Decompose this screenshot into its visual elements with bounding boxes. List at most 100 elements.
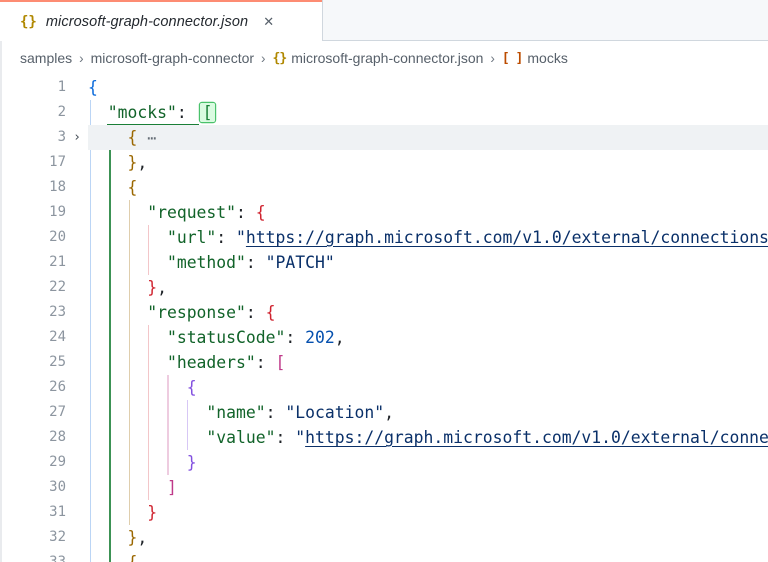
fold-gutter [66, 200, 88, 225]
code-line-20[interactable]: 20 "url": "https://graph.microsoft.com/v… [0, 225, 768, 250]
code-text: { [88, 78, 98, 97]
fold-gutter [66, 275, 88, 300]
line-number: 29 [49, 454, 66, 470]
close-icon[interactable]: ✕ [263, 15, 274, 28]
line-number: 32 [49, 529, 66, 545]
code-line-31[interactable]: 31 } [0, 500, 768, 525]
code-line-28[interactable]: 28 "value": "https://graph.microsoft.com… [0, 425, 768, 450]
code-text: }, [127, 528, 148, 547]
chevron-right-icon: › [261, 50, 266, 66]
code-line-27[interactable]: 27 "name": "Location", [0, 400, 768, 425]
line-number: 33 [49, 554, 66, 562]
json-braces-icon: {} [272, 50, 288, 66]
code-line-1[interactable]: 1{ [0, 75, 768, 100]
url-link[interactable]: https://graph.microsoft.com/v1.0/externa… [305, 428, 768, 447]
fold-gutter [66, 400, 88, 425]
code-text: "headers": [ [166, 353, 286, 372]
line-number: 3 [57, 129, 66, 145]
breadcrumb-label: microsoft-graph-connector [90, 50, 255, 66]
line-number: 26 [49, 379, 66, 395]
line-number: 27 [49, 404, 66, 420]
code-text: } [147, 503, 158, 522]
code-line-22[interactable]: 22 }, [0, 275, 768, 300]
breadcrumb-item-microsoft-graph-connector[interactable]: microsoft-graph-connector [91, 50, 254, 66]
code-line-17[interactable]: 17 }, [0, 150, 768, 175]
breadcrumb-item-microsoft-graph-connector-json[interactable]: {} microsoft-graph-connector.json [273, 50, 484, 66]
fold-collapsed-icon[interactable]: › [66, 125, 88, 150]
breadcrumb: samples › microsoft-graph-connector › {} micr… [0, 41, 768, 75]
fold-gutter [66, 250, 88, 275]
tab-bar: {} microsoft-graph-connector.json ✕ [0, 0, 768, 41]
chevron-right-icon: › [490, 50, 495, 66]
code-text: }, [147, 278, 167, 297]
code-line-24[interactable]: 24 "statusCode": 202, [0, 325, 768, 350]
code-line-33[interactable]: 33 { [0, 550, 768, 562]
json-file-icon: {} [20, 13, 37, 30]
code-text: "statusCode": 202, [166, 328, 345, 347]
line-number: 2 [57, 104, 66, 120]
folded-code-ellipsis[interactable]: ⋯ [147, 129, 156, 147]
fold-gutter [66, 350, 88, 375]
code-line-2[interactable]: 2 "mocks": [ [0, 100, 768, 125]
fold-gutter [66, 150, 88, 175]
code-line-26[interactable]: 26 { [0, 375, 768, 400]
fold-gutter [66, 300, 88, 325]
code-text: "request": { [147, 203, 266, 222]
fold-gutter [66, 225, 88, 250]
code-text: { ⋯ [88, 125, 768, 150]
url-link[interactable]: https://graph.microsoft.com/v1.0/externa… [246, 228, 768, 247]
line-number: 17 [49, 154, 66, 170]
fold-gutter [66, 475, 88, 500]
fold-gutter [66, 100, 88, 125]
code-line-32[interactable]: 32 }, [0, 525, 768, 550]
code-line-23[interactable]: 23 "response": { [0, 300, 768, 325]
chevron-right-icon: › [79, 50, 84, 66]
breadcrumb-label: samples [20, 50, 73, 66]
code-text: "value": "https://graph.microsoft.com/v1… [206, 428, 768, 447]
line-number: 31 [49, 504, 66, 520]
symbol-array-icon: [ ] [501, 50, 524, 66]
code-editor[interactable]: 1{2 "mocks": [3 › { ⋯ 17 }, 18 {19 "request… [0, 75, 768, 562]
breadcrumb-label: microsoft-graph-connector.json [291, 50, 484, 66]
line-number: 19 [49, 204, 66, 220]
fold-gutter [66, 525, 88, 550]
tab-title: microsoft-graph-connector.json [45, 13, 249, 30]
code-text: "url": "https://graph.microsoft.com/v1.0… [166, 228, 768, 247]
tab-microsoft-graph-connector-json[interactable]: {} microsoft-graph-connector.json ✕ [0, 0, 322, 41]
line-number: 18 [49, 179, 66, 195]
window-left-edge [0, 41, 2, 562]
breadcrumb-item-samples[interactable]: samples [20, 50, 72, 66]
code-line-29[interactable]: 29 } [0, 450, 768, 475]
code-text: "response": { [147, 303, 276, 322]
code-text: "method": "PATCH" [166, 253, 335, 272]
breadcrumb-item-mocks[interactable]: [ ] mocks [502, 50, 568, 66]
code-line-3[interactable]: 3 › { ⋯ [0, 125, 768, 150]
code-text: }, [127, 153, 148, 172]
code-text: { [88, 550, 768, 562]
line-number: 22 [49, 279, 66, 295]
code-text: { [186, 378, 197, 397]
fold-gutter [66, 425, 88, 450]
code-line-30[interactable]: 30 ] [0, 475, 768, 500]
fold-gutter [66, 75, 88, 100]
line-number: 21 [49, 254, 66, 270]
code-text: "mocks": [ [88, 100, 768, 125]
fold-gutter [66, 175, 88, 200]
code-line-18[interactable]: 18 { [0, 175, 768, 200]
line-number: 23 [49, 304, 66, 320]
matched-bracket[interactable]: [ [199, 103, 216, 122]
line-number: 25 [49, 354, 66, 370]
fold-gutter [66, 550, 88, 562]
code-line-25[interactable]: 25 "headers": [ [0, 350, 768, 375]
code-text: ] [166, 478, 177, 497]
tab-bar-empty-space [322, 0, 768, 41]
fold-gutter [66, 500, 88, 525]
code-line-21[interactable]: 21 "method": "PATCH" [0, 250, 768, 275]
code-line-19[interactable]: 19 "request": { [0, 200, 768, 225]
code-text: { [127, 178, 138, 197]
breadcrumb-label: mocks [527, 50, 568, 66]
code-text: } [186, 453, 197, 472]
line-number: 30 [49, 479, 66, 495]
line-number: 24 [49, 329, 66, 345]
fold-gutter [66, 375, 88, 400]
